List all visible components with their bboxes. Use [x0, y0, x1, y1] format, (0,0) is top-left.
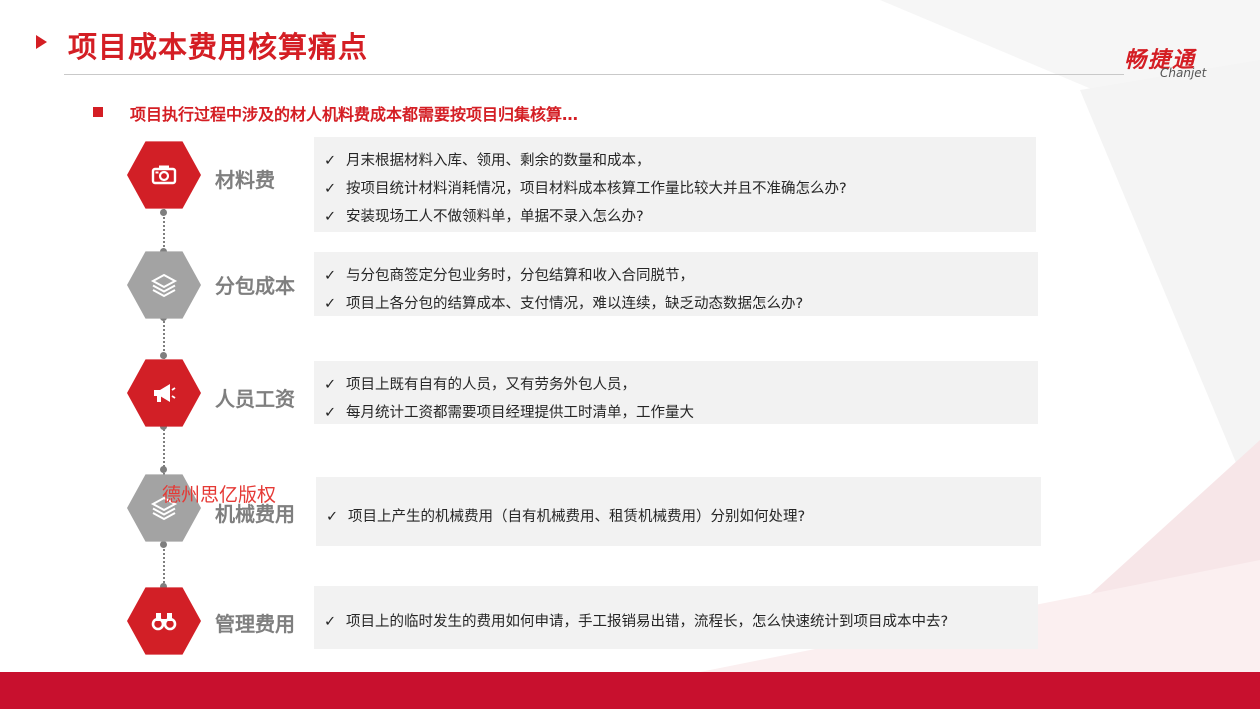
- category-details-materials: ✓ 月末根据材料入库、领用、剩余的数量和成本， ✓ 按项目统计材料消耗情况，项目材料…: [314, 137, 1036, 232]
- bullet-item: ✓ 按项目统计材料消耗情况，项目材料成本核算工作量比较大并且不准确怎么办?: [324, 177, 847, 198]
- bullet-text: 每月统计工资都需要项目经理提供工时清单，工作量大: [346, 405, 694, 421]
- timeline-dot: [160, 209, 167, 216]
- bullet-item: ✓ 项目上各分包的结算成本、支付情况，难以连续，缺乏动态数据怎么办?: [324, 292, 803, 313]
- bullet-text: 项目上的临时发生的费用如何申请，手工报销易出错，流程长，怎么快速统计到项目成本中…: [346, 614, 949, 630]
- bullet-item: ✓ 每月统计工资都需要项目经理提供工时清单，工作量大: [324, 401, 694, 422]
- camera-icon: [151, 165, 177, 185]
- category-details-machinery: ✓ 项目上产生的机械费用（自有机械费用、租赁机械费用）分别如何处理?: [316, 477, 1041, 546]
- check-icon: ✓: [324, 405, 337, 421]
- layers-icon: [150, 273, 178, 298]
- category-label-management: 管理费用: [215, 612, 295, 636]
- bullet-item: ✓ 项目上既有自有的人员，又有劳务外包人员，: [324, 373, 636, 394]
- check-icon: ✓: [324, 181, 337, 197]
- category-details-wages: ✓ 项目上既有自有的人员，又有劳务外包人员， ✓ 每月统计工资都需要项目经理提供工时…: [314, 361, 1038, 424]
- bullet-text: 与分包商签定分包业务时，分包结算和收入合同脱节，: [346, 268, 694, 284]
- category-label-subcontract: 分包成本: [215, 274, 295, 298]
- check-icon: ✓: [324, 268, 337, 284]
- timeline-dot: [160, 541, 167, 548]
- title-marker: [36, 35, 47, 49]
- check-icon: ✓: [324, 296, 337, 312]
- check-icon: ✓: [324, 377, 337, 393]
- logo-text-en: Chanjet: [1160, 66, 1207, 80]
- check-icon: ✓: [324, 153, 337, 169]
- bullet-item: ✓ 项目上产生的机械费用（自有机械费用、租赁机械费用）分别如何处理?: [326, 505, 805, 526]
- page-title: 项目成本费用核算痛点: [68, 30, 369, 64]
- bullet-item: ✓ 项目上的临时发生的费用如何申请，手工报销易出错，流程长，怎么快速统计到项目成本…: [324, 610, 948, 631]
- check-icon: ✓: [324, 614, 337, 630]
- title-divider: [64, 74, 1124, 75]
- watermark: 德州思亿版权: [162, 484, 277, 506]
- bullet-text: 项目上各分包的结算成本、支付情况，难以连续，缺乏动态数据怎么办?: [346, 296, 804, 312]
- footer-band: [0, 672, 1260, 709]
- slide: 项目成本费用核算痛点 畅捷通 Chanjet 项目执行过程中涉及的材人机料费成本…: [0, 0, 1260, 709]
- category-label-materials: 材料费: [215, 168, 275, 192]
- bullet-text: 项目上既有自有的人员，又有劳务外包人员，: [346, 377, 636, 393]
- binoculars-icon: [151, 613, 177, 631]
- check-icon: ✓: [324, 209, 337, 225]
- chanjet-logo: 畅捷通 Chanjet: [1124, 42, 1224, 82]
- bullet-text: 项目上产生的机械费用（自有机械费用、租赁机械费用）分别如何处理?: [348, 509, 806, 525]
- category-details-subcontract: ✓ 与分包商签定分包业务时，分包结算和收入合同脱节， ✓ 项目上各分包的结算成本、支…: [314, 252, 1038, 316]
- bullet-text: 按项目统计材料消耗情况，项目材料成本核算工作量比较大并且不准确怎么办?: [346, 181, 847, 197]
- check-icon: ✓: [326, 509, 339, 525]
- megaphone-icon: [154, 384, 176, 402]
- subheading: 项目执行过程中涉及的材人机料费成本都需要按项目归集核算…: [130, 105, 579, 124]
- bullet-item: ✓ 安装现场工人不做领料单，单据不录入怎么办?: [324, 205, 644, 226]
- subheading-bullet: [93, 107, 103, 117]
- timeline-dot: [160, 466, 167, 473]
- bullet-item: ✓ 月末根据材料入库、领用、剩余的数量和成本，: [324, 149, 651, 170]
- bullet-text: 月末根据材料入库、领用、剩余的数量和成本，: [346, 153, 651, 169]
- timeline-dot: [160, 352, 167, 359]
- category-details-management: ✓ 项目上的临时发生的费用如何申请，手工报销易出错，流程长，怎么快速统计到项目成本…: [314, 586, 1038, 649]
- bullet-item: ✓ 与分包商签定分包业务时，分包结算和收入合同脱节，: [324, 264, 694, 285]
- bullet-text: 安装现场工人不做领料单，单据不录入怎么办?: [346, 209, 644, 225]
- category-label-wages: 人员工资: [215, 387, 295, 411]
